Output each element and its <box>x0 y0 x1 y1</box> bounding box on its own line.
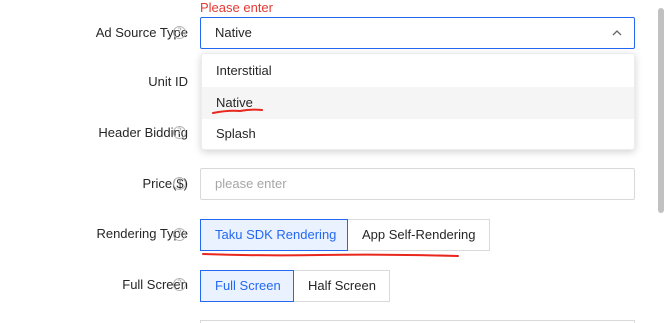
scrollbar[interactable] <box>658 8 664 213</box>
ad-source-type-error: Please enter <box>200 0 273 15</box>
half-screen-button[interactable]: Half Screen <box>294 270 390 302</box>
full-screen-button[interactable]: Full Screen <box>200 270 294 302</box>
help-icon[interactable]: ? <box>173 126 186 139</box>
chevron-up-icon <box>612 30 622 36</box>
rendering-type-app-self-button[interactable]: App Self-Rendering <box>348 219 490 251</box>
unit-id-label: Unit ID <box>148 74 188 89</box>
ad-source-type-dropdown: Interstitial Native Splash <box>201 53 635 150</box>
dropdown-option-splash[interactable]: Splash <box>202 118 634 150</box>
rendering-type-taku-sdk-button[interactable]: Taku SDK Rendering <box>200 219 348 251</box>
help-icon[interactable]: ? <box>173 177 186 190</box>
ad-source-type-select[interactable]: Native <box>200 17 635 49</box>
ad-source-type-value: Native <box>215 25 252 40</box>
price-placeholder: please enter <box>215 176 287 191</box>
help-icon[interactable]: ? <box>173 26 186 39</box>
rendering-type-underline <box>202 253 459 257</box>
help-icon[interactable]: ? <box>173 228 186 241</box>
help-icon[interactable]: ? <box>173 278 186 291</box>
price-input[interactable]: please enter <box>200 168 635 200</box>
dropdown-option-interstitial[interactable]: Interstitial <box>202 55 634 87</box>
dropdown-option-native[interactable]: Native <box>202 87 634 119</box>
